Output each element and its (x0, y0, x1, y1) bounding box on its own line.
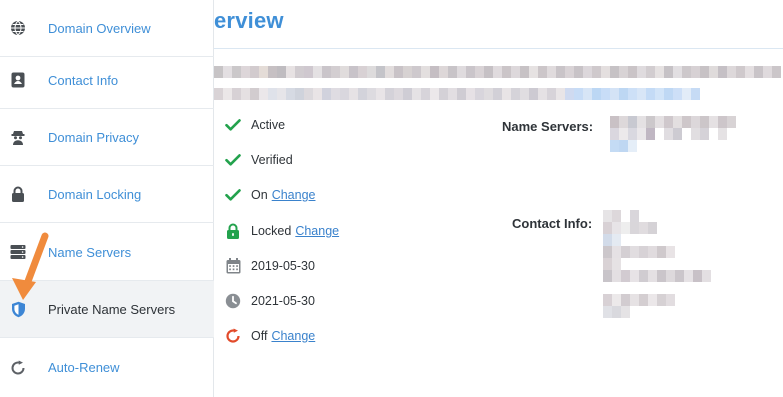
page-title: erview (214, 8, 284, 33)
status-expiry-date-row: 2021-05-30 (224, 289, 424, 313)
status-text: Locked (251, 224, 292, 238)
status-text: Verified (251, 153, 293, 167)
status-text: On (251, 188, 268, 202)
check-icon (224, 116, 242, 134)
calendar-icon (224, 257, 242, 275)
status-text: Active (251, 118, 286, 132)
sidebar-item-domain-overview[interactable]: Domain Overview (0, 0, 214, 57)
status-text: 2019-05-30 (251, 259, 315, 273)
sidebar-item-label: Domain Overview (48, 20, 151, 36)
check-icon (224, 151, 242, 169)
status-privacy-row: On Change (224, 183, 424, 207)
change-link[interactable]: Change (295, 224, 339, 238)
sidebar-item-private-name-servers[interactable]: Private Name Servers (0, 281, 214, 338)
sidebar: Domain Overview Contact Info Domain Priv… (0, 0, 214, 397)
status-lock-row: Locked Change (224, 219, 424, 243)
status-auto-renew-row: Off Change (224, 324, 424, 348)
contact-info-label: Contact Info: (512, 216, 593, 231)
change-link[interactable]: Change (271, 329, 315, 343)
clock-icon (224, 292, 242, 310)
status-active-row: Active (224, 113, 424, 137)
status-created-date-row: 2019-05-30 (224, 254, 424, 278)
status-text: Off (251, 329, 268, 343)
status-text: 2021-05-30 (251, 294, 315, 308)
globe-icon (9, 19, 27, 37)
blurred-domain-row-1 (214, 66, 781, 78)
title-divider (214, 48, 783, 49)
status-verified-row: Verified (224, 148, 424, 172)
sidebar-item-label: Auto-Renew (48, 360, 120, 375)
lock-icon (9, 185, 27, 203)
blurred-name-servers (610, 116, 736, 152)
sidebar-item-label: Private Name Servers (48, 301, 176, 317)
check-icon (224, 186, 242, 204)
sidebar-item-contact-info[interactable]: Contact Info (0, 52, 214, 109)
refresh-icon (224, 327, 242, 345)
sidebar-item-name-servers[interactable]: Name Servers (0, 224, 214, 281)
privacy-agent-icon (9, 128, 27, 146)
change-link[interactable]: Change (272, 188, 316, 202)
blurred-domain-row-2 (214, 88, 700, 100)
name-servers-label: Name Servers: (502, 119, 594, 134)
sidebar-item-label: Name Servers (48, 244, 132, 260)
renew-icon (9, 359, 27, 377)
shield-icon (9, 300, 27, 318)
sidebar-item-domain-privacy[interactable]: Domain Privacy (0, 109, 214, 166)
sidebar-item-domain-locking[interactable]: Domain Locking (0, 166, 214, 223)
contact-card-icon (9, 71, 27, 89)
main-content: erview Active Verified On Change Locked … (214, 0, 783, 397)
lock-icon (224, 222, 242, 240)
server-icon (9, 243, 27, 261)
sidebar-item-label: Domain Locking (48, 186, 142, 202)
domain-settings-app: Domain Overview Contact Info Domain Priv… (0, 0, 783, 397)
sidebar-item-auto-renew[interactable]: Auto-Renew (0, 339, 214, 396)
sidebar-item-label: Contact Info (48, 72, 119, 88)
sidebar-item-label: Domain Privacy (48, 129, 140, 145)
blurred-contact-info (603, 210, 729, 318)
